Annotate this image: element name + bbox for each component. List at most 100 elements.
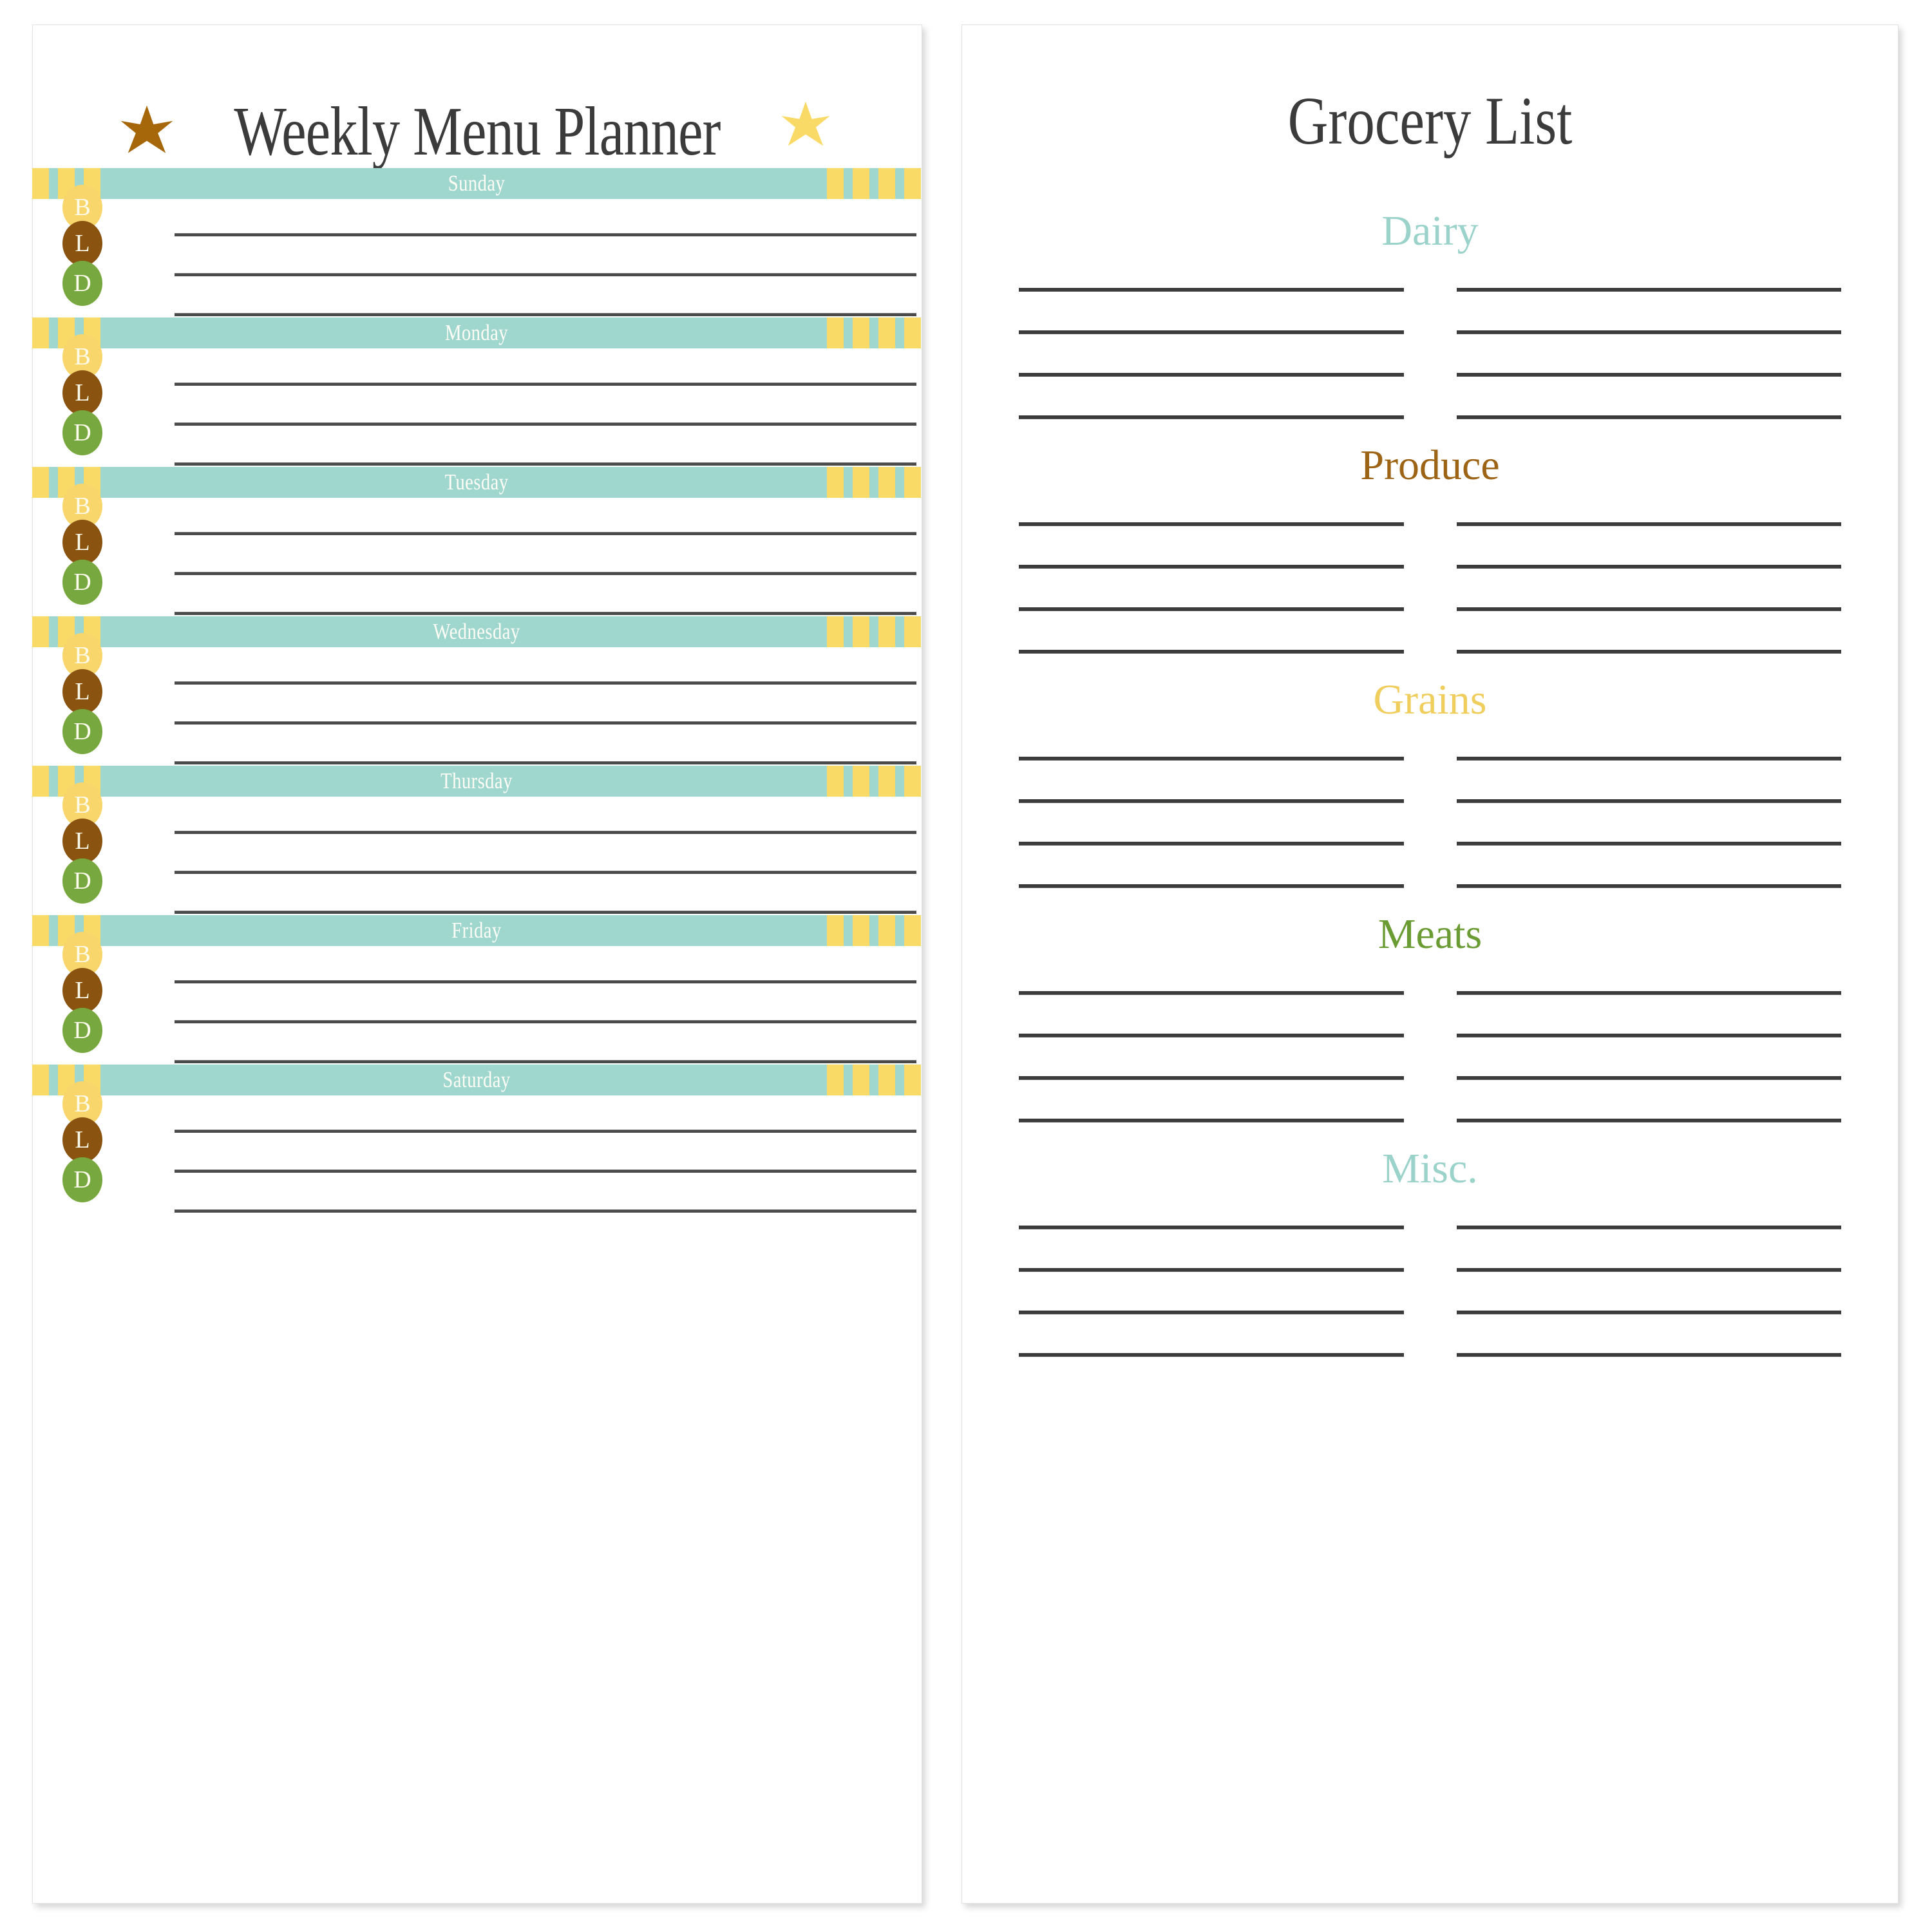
meal-write-in-line[interactable] — [175, 273, 916, 276]
grocery-write-in-line[interactable] — [1456, 373, 1841, 377]
grocery-line-cell — [1456, 593, 1841, 636]
grocery-line-cell — [1019, 977, 1404, 1019]
meal-write-in-line[interactable] — [175, 721, 916, 724]
grocery-line-cell — [1019, 1339, 1404, 1381]
meal-write-in-line[interactable] — [175, 233, 916, 236]
meal-row-dinner: D — [33, 261, 922, 317]
grocery-write-in-line[interactable] — [1019, 1076, 1404, 1080]
grocery-write-in-line[interactable] — [1456, 757, 1841, 761]
grocery-write-in-line[interactable] — [1456, 1034, 1841, 1037]
grocery-write-in-line[interactable] — [1019, 842, 1404, 846]
grocery-write-in-line[interactable] — [1456, 1353, 1841, 1357]
meal-write-in-line[interactable] — [175, 911, 916, 914]
grocery-write-in-line[interactable] — [1456, 650, 1841, 654]
grocery-sections-list: Dairy Produce Grains Meats Misc. — [962, 209, 1898, 1381]
grocery-write-in-line[interactable] — [1456, 1119, 1841, 1122]
day-name-label: Sunday — [448, 171, 506, 196]
grocery-write-in-line[interactable] — [1456, 1226, 1841, 1229]
grocery-write-in-line[interactable] — [1019, 757, 1404, 761]
meal-badge-lunch: L — [62, 520, 102, 565]
grocery-write-in-line[interactable] — [1019, 650, 1404, 654]
meal-write-in-line[interactable] — [175, 1209, 916, 1213]
grocery-line-cell — [1019, 551, 1404, 593]
meal-write-in-line[interactable] — [175, 1130, 916, 1133]
grocery-line-grid — [962, 977, 1898, 1147]
day-block: Monday B L D — [32, 317, 922, 467]
meal-write-in-line[interactable] — [175, 1060, 916, 1063]
day-header-bar: Tuesday — [32, 467, 921, 498]
grocery-write-in-line[interactable] — [1456, 415, 1841, 419]
meal-write-in-line[interactable] — [175, 422, 916, 426]
grocery-line-cell — [1019, 785, 1404, 828]
grocery-write-in-line[interactable] — [1456, 330, 1841, 334]
meal-write-in-line[interactable] — [175, 532, 916, 535]
meal-row-dinner: D — [33, 709, 922, 766]
meal-write-in-line[interactable] — [175, 1170, 916, 1173]
meal-write-in-line[interactable] — [175, 761, 916, 764]
meal-write-in-line[interactable] — [175, 612, 916, 615]
grocery-write-in-line[interactable] — [1019, 373, 1404, 377]
grocery-write-in-line[interactable] — [1019, 522, 1404, 526]
grocery-write-in-line[interactable] — [1456, 884, 1841, 888]
grocery-write-in-line[interactable] — [1019, 330, 1404, 334]
meal-badge-lunch: L — [62, 968, 102, 1013]
grocery-write-in-line[interactable] — [1019, 415, 1404, 419]
grocery-line-cell — [1456, 1339, 1841, 1381]
meal-badge-dinner: D — [62, 709, 102, 754]
grocery-line-cell — [1019, 593, 1404, 636]
day-header-bar: Wednesday — [32, 616, 921, 647]
grocery-write-in-line[interactable] — [1456, 565, 1841, 569]
day-name-label: Saturday — [442, 1067, 511, 1092]
meal-write-in-line[interactable] — [175, 383, 916, 386]
grocery-line-cell — [1456, 274, 1841, 316]
day-name-label: Monday — [444, 320, 509, 345]
grocery-write-in-line[interactable] — [1019, 1034, 1404, 1037]
meal-write-in-line[interactable] — [175, 980, 916, 983]
meal-row-dinner: D — [33, 858, 922, 915]
grocery-line-cell — [1456, 743, 1841, 785]
grocery-write-in-line[interactable] — [1456, 799, 1841, 803]
grocery-line-cell — [1456, 401, 1841, 444]
meal-write-in-line[interactable] — [175, 462, 916, 466]
meal-badge-lunch: L — [62, 819, 102, 864]
grocery-write-in-line[interactable] — [1019, 1311, 1404, 1314]
grocery-write-in-line[interactable] — [1456, 607, 1841, 611]
grocery-line-grid — [962, 1211, 1898, 1381]
meal-badge-dinner: D — [62, 858, 102, 904]
day-block: Thursday B L D — [32, 766, 922, 915]
grocery-write-in-line[interactable] — [1456, 288, 1841, 292]
grocery-write-in-line[interactable] — [1019, 565, 1404, 569]
grocery-write-in-line[interactable] — [1456, 1311, 1841, 1314]
grocery-write-in-line[interactable] — [1019, 1119, 1404, 1122]
grocery-line-cell — [1456, 785, 1841, 828]
six-point-star-icon-left — [119, 104, 175, 160]
meal-write-in-line[interactable] — [175, 313, 916, 316]
grocery-write-in-line[interactable] — [1019, 1226, 1404, 1229]
meal-rows: BLD — [33, 484, 922, 616]
grocery-write-in-line[interactable] — [1456, 1076, 1841, 1080]
grocery-line-cell — [1456, 1104, 1841, 1147]
meal-write-in-line[interactable] — [175, 1020, 916, 1023]
grocery-write-in-line[interactable] — [1019, 1268, 1404, 1272]
grocery-write-in-line[interactable] — [1456, 1268, 1841, 1272]
meal-row-dinner: D — [33, 560, 922, 616]
day-block: Saturday B L D — [32, 1065, 922, 1214]
meal-write-in-line[interactable] — [175, 572, 916, 575]
grocery-list-page: Grocery List Dairy Produce Grains Meats Misc… — [961, 24, 1899, 1904]
grocery-line-cell — [1019, 743, 1404, 785]
grocery-write-in-line[interactable] — [1019, 607, 1404, 611]
meal-write-in-line[interactable] — [175, 871, 916, 874]
grocery-write-in-line[interactable] — [1456, 522, 1841, 526]
grocery-section-title: Grains — [1373, 676, 1487, 723]
meal-write-in-line[interactable] — [175, 681, 916, 685]
grocery-write-in-line[interactable] — [1019, 288, 1404, 292]
grocery-write-in-line[interactable] — [1019, 991, 1404, 995]
grocery-write-in-line[interactable] — [1456, 842, 1841, 846]
grocery-line-cell — [1456, 977, 1841, 1019]
grocery-write-in-line[interactable] — [1019, 1353, 1404, 1357]
grocery-write-in-line[interactable] — [1019, 884, 1404, 888]
meal-write-in-line[interactable] — [175, 831, 916, 834]
grocery-line-cell — [1456, 1296, 1841, 1339]
grocery-write-in-line[interactable] — [1019, 799, 1404, 803]
grocery-write-in-line[interactable] — [1456, 991, 1841, 995]
